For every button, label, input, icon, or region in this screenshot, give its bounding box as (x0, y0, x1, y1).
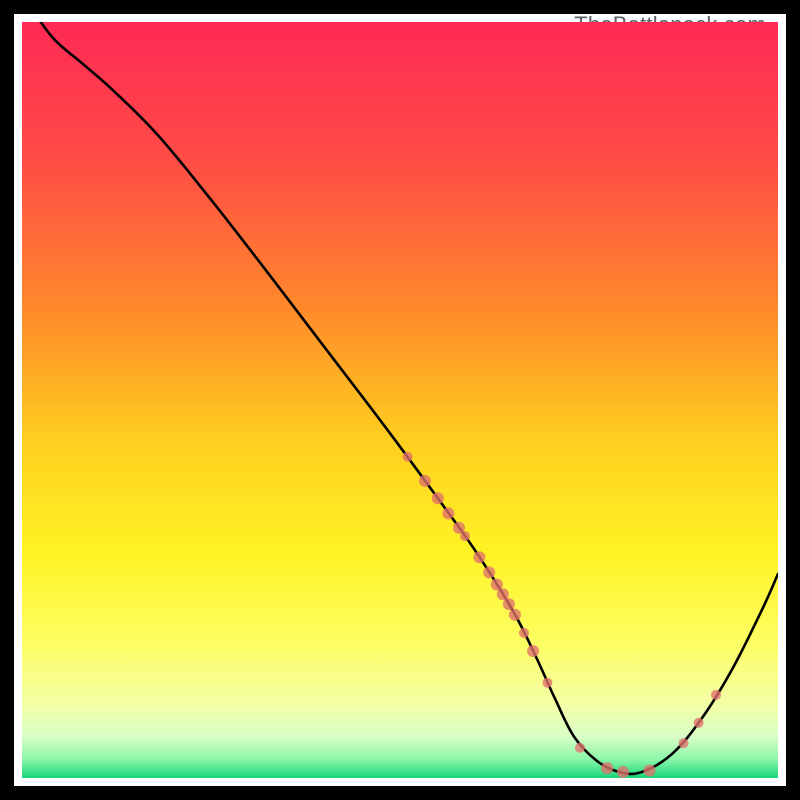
data-marker (694, 718, 704, 728)
data-marker (419, 475, 431, 487)
data-marker (509, 609, 521, 621)
data-marker (403, 452, 413, 462)
data-marker (483, 566, 495, 578)
data-marker (542, 678, 552, 688)
data-marker (527, 645, 539, 657)
plot-area (22, 22, 778, 778)
data-marker (617, 766, 629, 778)
data-marker (442, 507, 454, 519)
data-marker (503, 598, 515, 610)
gradient-background (22, 22, 778, 778)
chart-svg (22, 22, 778, 778)
data-marker (473, 551, 485, 563)
data-marker (643, 764, 655, 776)
data-marker (519, 628, 529, 638)
data-marker (679, 738, 689, 748)
data-marker (575, 743, 585, 753)
data-marker (711, 690, 721, 700)
data-marker (460, 531, 470, 541)
data-marker (601, 762, 613, 774)
chart-frame: TheBottleneck.com (14, 14, 786, 786)
data-marker (432, 492, 444, 504)
